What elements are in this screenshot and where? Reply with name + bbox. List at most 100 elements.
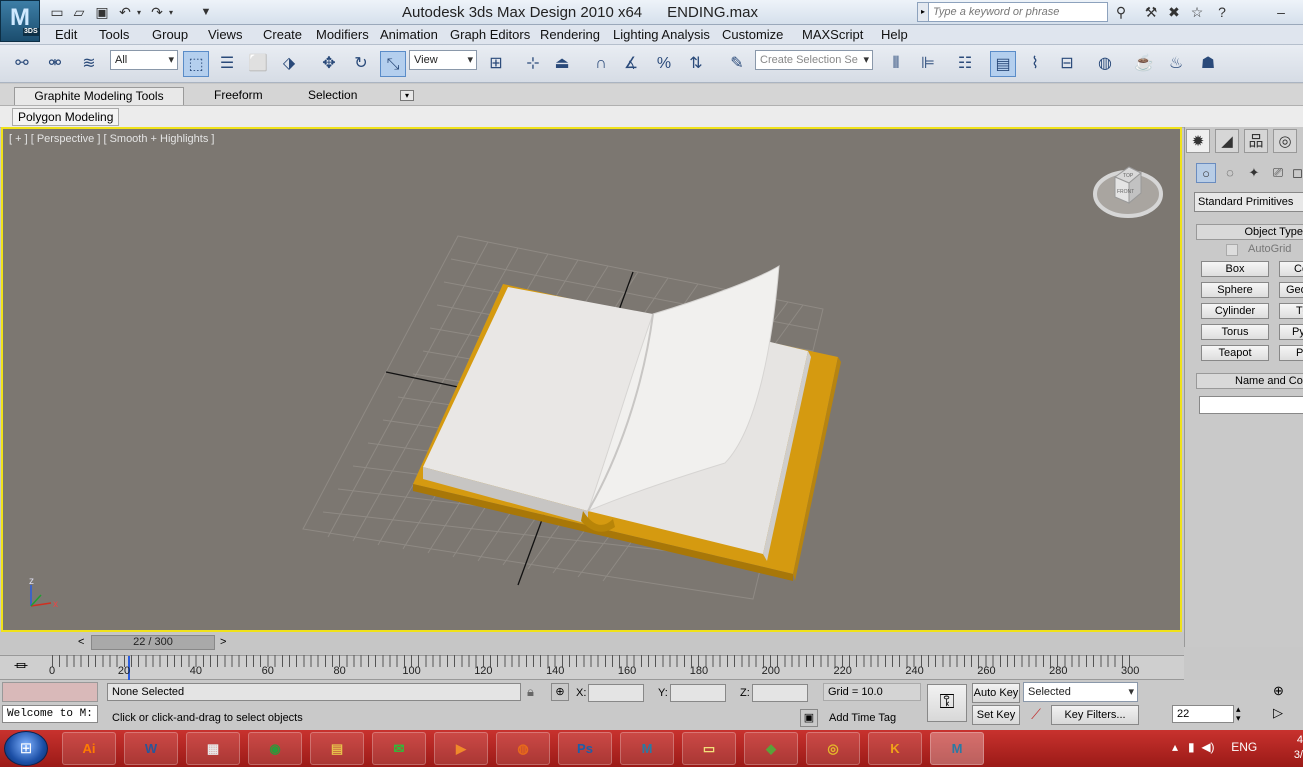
cone-button[interactable]: Cone: [1279, 261, 1303, 277]
redo-dropdown-icon[interactable]: ▾: [166, 3, 176, 21]
torus-button[interactable]: Torus: [1201, 324, 1269, 340]
scale-icon[interactable]: ⤡: [380, 51, 406, 77]
menu-help[interactable]: Help: [881, 27, 908, 42]
percent-snap-icon[interactable]: %: [651, 51, 677, 77]
taskbar-media-player-icon[interactable]: ▶: [434, 732, 488, 765]
y-coordinate-field[interactable]: [670, 684, 726, 702]
cylinder-button[interactable]: Cylinder: [1201, 303, 1269, 319]
set-key-key-icon[interactable]: ⚿: [927, 684, 967, 722]
hierarchy-tab-icon[interactable]: 品: [1244, 129, 1268, 153]
object-name-field[interactable]: [1199, 396, 1303, 414]
pivot-center-icon[interactable]: ⊞: [483, 51, 509, 77]
menu-edit[interactable]: Edit: [55, 27, 77, 42]
selection-lock-icon[interactable]: 🔒︎: [527, 684, 534, 700]
auto-key-button[interactable]: Auto Key: [972, 683, 1020, 703]
mini-curve-editor-icon[interactable]: ⏛: [10, 657, 32, 675]
default-tangent-icon[interactable]: ⟋: [1025, 706, 1047, 724]
edit-named-selection-icon[interactable]: ✎: [724, 51, 750, 77]
menu-create[interactable]: Create: [263, 27, 302, 42]
menu-tools[interactable]: Tools: [99, 27, 129, 42]
tab-selection[interactable]: Selection: [300, 87, 365, 105]
motion-tab-icon[interactable]: ◎: [1273, 129, 1297, 153]
geosphere-button[interactable]: GeoSphere: [1279, 282, 1303, 298]
window-crossing-icon[interactable]: ⬗: [276, 51, 302, 77]
maxscript-mini-listener[interactable]: Welcome to M:: [2, 705, 98, 723]
taskbar-illustrator-icon[interactable]: Ai: [62, 732, 116, 765]
undo-dropdown-icon[interactable]: ▾: [134, 3, 144, 21]
bind-spacewarp-icon[interactable]: ≋: [76, 51, 102, 77]
tube-button[interactable]: Tube: [1279, 303, 1303, 319]
prev-frame-arrow-icon[interactable]: <: [78, 636, 84, 648]
taskbar-chrome-icon[interactable]: ◎: [806, 732, 860, 765]
network-icon[interactable]: ▮: [1188, 740, 1195, 754]
undo-icon[interactable]: ↶: [116, 3, 134, 21]
absolute-mode-icon[interactable]: ⊕: [551, 683, 569, 701]
perspective-viewport[interactable]: [ + ] [ Perspective ] [ Smooth + Highlig…: [1, 127, 1182, 632]
new-icon[interactable]: ▭: [48, 3, 66, 21]
minimize-icon[interactable]: –: [1270, 2, 1292, 22]
play-icon[interactable]: ▷: [1273, 705, 1283, 721]
current-frame-field[interactable]: 22: [1172, 705, 1234, 723]
search-input[interactable]: Type a keyword or phrase: [928, 2, 1108, 22]
tools-icon[interactable]: ⚒: [1140, 2, 1162, 22]
language-indicator[interactable]: ENG: [1231, 740, 1257, 754]
sphere-button[interactable]: Sphere: [1201, 282, 1269, 298]
set-key-button[interactable]: Set Key: [972, 705, 1020, 725]
taskbar-kaspersky-icon[interactable]: K: [868, 732, 922, 765]
rotate-icon[interactable]: ↻: [348, 51, 374, 77]
save-icon[interactable]: ▣: [93, 3, 111, 21]
tab-freeform[interactable]: Freeform: [206, 87, 271, 105]
maxscript-mini-listener-pink[interactable]: [2, 682, 98, 702]
keyboard-shortcut-toggle-icon[interactable]: ⏏: [549, 51, 575, 77]
menu-rendering[interactable]: Rendering: [540, 27, 600, 42]
modify-tab-icon[interactable]: ◢: [1215, 129, 1239, 153]
material-editor-icon[interactable]: ◍: [1092, 51, 1118, 77]
named-selection-sets-dropdown[interactable]: Create Selection Se: [755, 50, 873, 70]
snaps-toggle-icon[interactable]: ∩: [588, 51, 614, 77]
viewcube[interactable]: TOP FRONT: [1093, 159, 1163, 225]
name-and-color-rollout[interactable]: Name and Color: [1196, 373, 1303, 389]
rect-selection-region-icon[interactable]: ⬜: [245, 51, 271, 77]
taskbar-explorer-icon[interactable]: ▤: [310, 732, 364, 765]
binoculars-icon[interactable]: ⚲: [1110, 2, 1132, 22]
taskbar-sticky-notes-icon[interactable]: ▭: [682, 732, 736, 765]
z-coordinate-field[interactable]: [752, 684, 808, 702]
menu-animation[interactable]: Animation: [380, 27, 438, 42]
taskbar-3dsmax-1-icon[interactable]: M: [620, 732, 674, 765]
primitive-category-dropdown[interactable]: Standard Primitives: [1194, 192, 1303, 212]
taskbar-wechat-icon[interactable]: ✉: [372, 732, 426, 765]
menu-views[interactable]: Views: [208, 27, 242, 42]
plane-button[interactable]: Plane: [1279, 345, 1303, 361]
quick-render-icon[interactable]: ☗: [1195, 51, 1221, 77]
star-icon[interactable]: ☆: [1186, 2, 1208, 22]
application-button[interactable]: M 3DS: [0, 0, 40, 42]
reference-coordinate-dropdown[interactable]: View: [409, 50, 477, 70]
frame-spinner-icon[interactable]: ▴ ▾: [1236, 705, 1241, 723]
unlink-icon[interactable]: ⚮: [42, 51, 68, 77]
menu-maxscript[interactable]: MAXScript: [802, 27, 863, 42]
clock[interactable]: 4 3/: [1292, 733, 1303, 763]
cameras-icon[interactable]: ⎚: [1268, 163, 1288, 183]
show-hidden-icons-icon[interactable]: ▴: [1172, 740, 1178, 754]
tab-graphite-modeling-tools[interactable]: Graphite Modeling Tools: [14, 87, 184, 105]
redo-icon[interactable]: ↷: [148, 3, 166, 21]
select-object-icon[interactable]: ⬚: [183, 51, 209, 77]
start-button[interactable]: ⊞: [4, 731, 48, 766]
time-slider[interactable]: 22 / 300: [91, 635, 215, 650]
curve-editor-icon[interactable]: ⌇: [1022, 51, 1048, 77]
shapes-icon[interactable]: ◌: [1220, 163, 1240, 183]
spinner-snap-icon[interactable]: ⇅: [683, 51, 709, 77]
align-icon[interactable]: ⊫: [915, 51, 941, 77]
taskbar-word-icon[interactable]: W: [124, 732, 178, 765]
rendered-frame-window-icon[interactable]: ♨: [1163, 51, 1189, 77]
menu-modifiers[interactable]: Modifiers: [316, 27, 369, 42]
select-manipulate-icon[interactable]: ⊹: [520, 51, 546, 77]
add-time-tag[interactable]: Add Time Tag: [829, 712, 896, 724]
zoom-icon[interactable]: ⊕: [1273, 683, 1284, 699]
open-icon[interactable]: ▱: [70, 3, 88, 21]
menu-lighting-analysis[interactable]: Lighting Analysis: [613, 27, 710, 42]
teapot-button[interactable]: Teapot: [1201, 345, 1269, 361]
pyramid-button[interactable]: Pyramid: [1279, 324, 1303, 340]
helpers-icon[interactable]: ◻: [1292, 163, 1303, 183]
help-icon[interactable]: ?: [1211, 2, 1233, 22]
